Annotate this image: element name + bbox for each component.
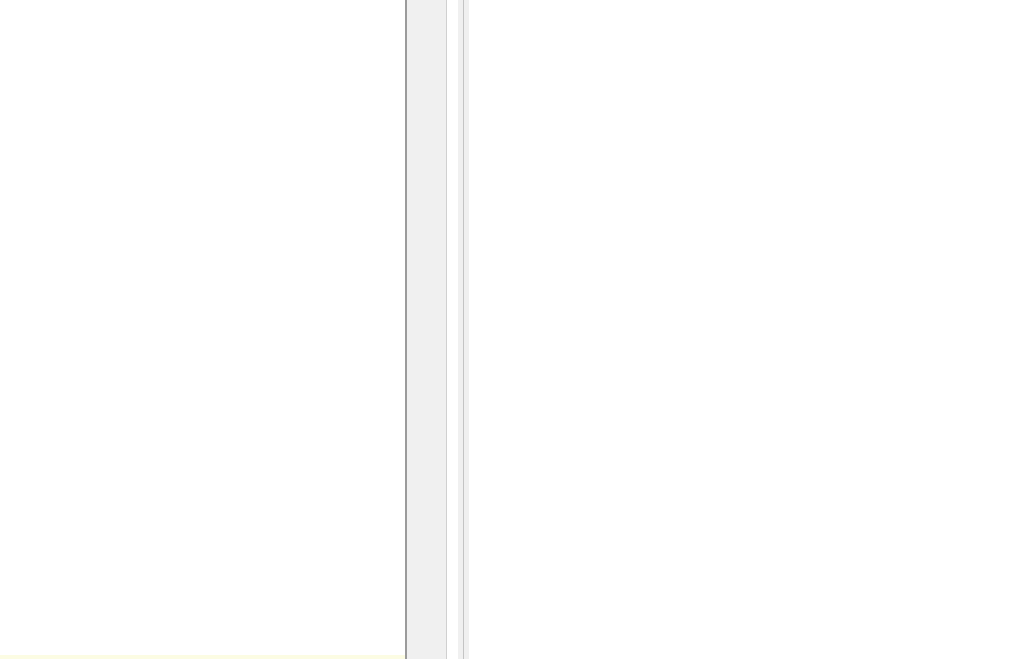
tree-bottom-partial-row — [0, 655, 405, 659]
panel-divider[interactable] — [405, 0, 407, 659]
code-text-area[interactable] — [469, 0, 1030, 659]
code-editor[interactable] — [405, 0, 1030, 659]
project-tree-scroll-area[interactable] — [0, 0, 405, 659]
editor-gutter[interactable] — [405, 0, 447, 659]
folding-guide-line — [463, 0, 464, 659]
project-tree-panel[interactable] — [0, 0, 405, 659]
ide-window — [0, 0, 1030, 659]
vcs-change-strip — [447, 0, 458, 659]
